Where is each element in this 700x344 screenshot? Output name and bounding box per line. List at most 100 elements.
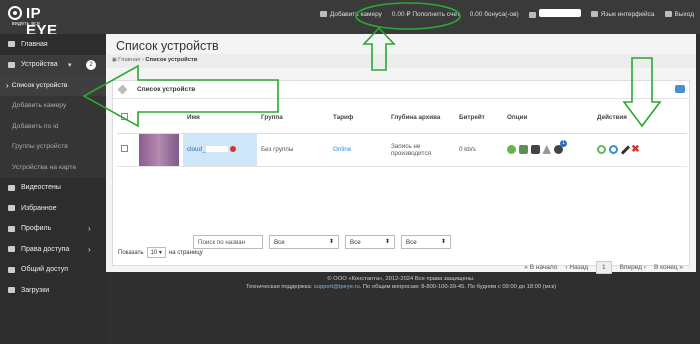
star-icon <box>8 205 15 212</box>
sidebar-item-videowalls[interactable]: Видеостены <box>0 178 106 199</box>
archive-download-icon[interactable] <box>530 145 540 154</box>
device-name: cloud_ <box>187 146 206 153</box>
chevron-right-icon: › <box>88 224 91 234</box>
pencil-icon <box>117 84 128 95</box>
column-header-actions: Действия <box>593 103 687 134</box>
archive-filter-value: Все <box>406 239 417 246</box>
select-all-checkbox[interactable] <box>121 113 128 121</box>
pager-next[interactable]: Вперед › <box>620 264 646 271</box>
sidebar: Главная Устройства ▾ 2 Список устройств До… <box>0 34 106 344</box>
chevron-right-icon: › <box>88 244 91 254</box>
sidebar-item-home[interactable]: Главная <box>0 34 106 55</box>
breadcrumb-current: Список устройств <box>145 57 198 63</box>
sidebar-item-device-list[interactable]: Список устройств <box>0 75 106 96</box>
camera-icon[interactable] <box>675 85 685 93</box>
footer-support: Техническая поддержка: support@ipeye.ru.… <box>106 283 696 291</box>
preview-header <box>139 103 183 134</box>
column-header-group[interactable]: Группа <box>257 103 329 134</box>
notification-badge: 1 <box>560 140 567 147</box>
sidebar-item-device-groups[interactable]: Группы устройств <box>0 136 106 157</box>
sidebar-item-label: Профиль <box>21 225 52 233</box>
sidebar-item-add-by-id[interactable]: Добавить по id <box>0 116 106 137</box>
pager-prev[interactable]: ‹ Назад <box>565 264 588 271</box>
column-header-bitrate[interactable]: Битрейт <box>455 103 503 134</box>
page-size-control: Показать 10 ▾ на страницу <box>118 247 203 258</box>
delete-icon[interactable]: ✖ <box>631 144 639 155</box>
main-content: Список устройств Главная › Список устрой… <box>106 34 696 274</box>
devices-count-badge: 2 <box>86 59 96 70</box>
chevron-down-icon: ▾ <box>68 61 72 69</box>
flag-icon <box>590 10 598 17</box>
sidebar-item-label: Права доступа <box>21 245 70 253</box>
select-arrows-icon: ⬍ <box>384 239 390 245</box>
sidebar-item-shared-access[interactable]: Общий доступ <box>0 260 106 281</box>
select-arrows-icon: ⬍ <box>328 239 334 245</box>
archive-filter-select[interactable]: Все ⬍ <box>401 235 451 249</box>
row-select-cell <box>117 133 139 167</box>
username-redacted <box>538 9 581 17</box>
refresh-icon[interactable] <box>608 145 618 154</box>
device-tariff[interactable]: Online <box>329 133 387 167</box>
page-size-value: 10 <box>150 250 158 256</box>
user-icon <box>8 225 15 232</box>
tariff-filter-select[interactable]: Все ⬍ <box>345 235 395 249</box>
sidebar-item-add-camera[interactable]: Добавить камеру <box>0 95 106 116</box>
column-header-name[interactable]: Имя <box>183 103 257 134</box>
videowall-icon <box>8 184 15 191</box>
sidebar-item-downloads[interactable]: Загрузки <box>0 280 106 301</box>
language-link[interactable]: Язык интерфейса <box>590 10 655 18</box>
device-name-redacted <box>205 146 228 153</box>
logo-tagline: видеть все <box>12 21 41 27</box>
page-title: Список устройств <box>116 39 219 53</box>
embed-code-icon[interactable] <box>518 145 528 154</box>
pager-first[interactable]: « В начало <box>524 264 557 271</box>
power-icon[interactable] <box>597 145 606 154</box>
sidebar-item-label: Общий доступ <box>21 266 69 274</box>
logo[interactable]: IP EYE видеть все <box>6 5 76 39</box>
support-email-link[interactable]: support@ipeye.ru <box>314 284 360 290</box>
camera-thumbnail[interactable] <box>139 133 179 166</box>
device-bitrate: 0 kb/s <box>455 133 503 167</box>
breadcrumb-home[interactable]: Главная <box>112 57 140 63</box>
sidebar-item-label: Загрузки <box>21 286 50 294</box>
page-size-select[interactable]: 10 ▾ <box>146 247 166 258</box>
group-filter-value: Все <box>274 239 285 246</box>
filter-bar: Поиск по назван Все ⬍ Все ⬍ Все ⬍ <box>193 235 451 249</box>
sidebar-item-devices[interactable]: Устройства ▾ 2 <box>0 54 106 75</box>
column-header-tariff[interactable]: Тариф <box>329 103 387 134</box>
sidebar-item-profile[interactable]: Профиль › <box>0 219 106 240</box>
options-cell: 1 <box>503 133 593 167</box>
balance-link[interactable]: 0.00 ₽ Пополнить счет <box>392 10 460 18</box>
panel-title: Список устройств <box>137 86 196 93</box>
group-filter-select[interactable]: Все ⬍ <box>269 235 339 249</box>
row-checkbox[interactable] <box>121 145 128 152</box>
user-icon <box>528 12 536 19</box>
sidebar-item-label: Видеостены <box>21 184 61 192</box>
list-icon <box>8 61 15 68</box>
sidebar-item-devices-map[interactable]: Устройства на карте <box>0 157 106 178</box>
top-bar: IP EYE видеть все Добавить камеру 0.00 ₽… <box>0 0 700 39</box>
device-group: Без группы <box>257 133 329 167</box>
name-search-input[interactable]: Поиск по назван <box>193 235 263 249</box>
user-menu[interactable] <box>528 9 581 19</box>
tariff-filter-value: Все <box>350 239 361 246</box>
pager-last[interactable]: В конец » <box>654 264 683 271</box>
device-archive: Запись не производится <box>387 133 455 167</box>
play-icon[interactable] <box>507 145 516 154</box>
table-header-row: Имя Группа Тариф Глубина архива Битрейт … <box>117 103 687 134</box>
settings-gear-icon[interactable]: 1 <box>554 140 567 154</box>
devices-table: Имя Группа Тариф Глубина архива Битрейт … <box>117 103 687 167</box>
add-camera-label: Добавить камеру <box>329 10 382 18</box>
top-links: Добавить камеру 0.00 ₽ Пополнить счет 0.… <box>319 8 694 20</box>
warning-icon[interactable] <box>542 145 552 154</box>
add-camera-link[interactable]: Добавить камеру <box>319 10 382 18</box>
recording-status-icon <box>229 146 236 153</box>
column-header-archive[interactable]: Глубина архива <box>387 103 455 134</box>
sidebar-item-access-rights[interactable]: Права доступа › <box>0 239 106 260</box>
device-name-cell[interactable]: cloud_ <box>183 133 257 167</box>
edit-pencil-icon[interactable] <box>620 144 630 155</box>
sidebar-item-favorites[interactable]: Избранное <box>0 198 106 219</box>
breadcrumb: Главная › Список устройств <box>106 54 696 68</box>
logout-link[interactable]: Выход <box>664 11 694 18</box>
page-size-suffix: на страницу <box>168 249 203 256</box>
